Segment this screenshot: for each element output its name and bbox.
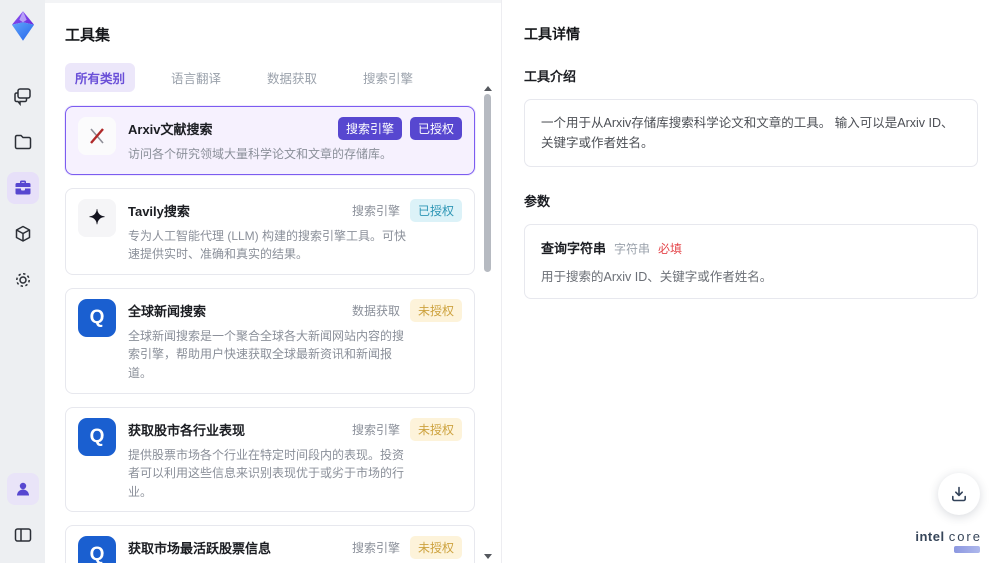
params-heading: 参数 bbox=[524, 194, 551, 209]
user-icon bbox=[16, 482, 29, 496]
tool-card-list: Arxiv文献搜索 搜索引擎 已授权 访问各个研究领域大量科学论文和文章的存储库… bbox=[65, 106, 475, 563]
scrollbar-thumb[interactable] bbox=[484, 94, 491, 272]
tool-name: Tavily搜索 bbox=[128, 203, 190, 219]
tool-description: 提供股票市场各个行业在特定时间段内的表现。投资者可以利用这些信息来识别表现优于或… bbox=[128, 447, 405, 499]
brand-core-text: core bbox=[948, 529, 982, 544]
list-scrollbar[interactable] bbox=[484, 86, 492, 559]
brand-gradient-bar bbox=[954, 546, 980, 553]
icon-rail bbox=[0, 0, 45, 563]
tavily-logo-icon: ✦ bbox=[78, 198, 116, 237]
category-badge: 数据获取 bbox=[351, 303, 400, 318]
sidebar-item-toolbox[interactable] bbox=[6, 172, 39, 204]
tool-description: 访问各个研究领域大量科学论文和文章的存储库。 bbox=[128, 147, 393, 161]
auth-badge: 已授权 bbox=[409, 117, 462, 140]
tool-name: 获取股市各行业表现 bbox=[128, 422, 246, 438]
tab-language-translation[interactable]: 语言翻译 bbox=[161, 63, 231, 92]
tool-card-sector-performance[interactable]: Q 获取股市各行业表现 搜索引擎 未授权 提供股票市场各个行业在特定时间段内的表… bbox=[65, 406, 475, 513]
tool-card-global-news[interactable]: Q 全球新闻搜索 数据获取 未授权 全球新闻搜索是一个聚合全球各大新闻网站内容的… bbox=[65, 287, 475, 394]
category-badge: 搜索引擎 bbox=[351, 541, 400, 556]
tool-name: 获取市场最活跃股票信息 bbox=[128, 541, 272, 557]
sidebar-item-settings[interactable] bbox=[7, 264, 39, 296]
tool-name: 全球新闻搜索 bbox=[128, 303, 207, 319]
tool-description: 专为人工智能代理 (LLM) 构建的搜索引擎工具。可快速提供实时、准确和真实的结… bbox=[128, 228, 407, 262]
arxiv-logo-icon bbox=[78, 117, 116, 155]
scroll-up-icon[interactable] bbox=[484, 86, 492, 91]
tool-card-tavily[interactable]: ✦ Tavily搜索 搜索引擎 已授权 专为人工智能代理 (LLM) 构建的搜索… bbox=[65, 187, 475, 275]
tool-detail-panel: 工具详情 工具介绍 一个用于从Arxiv存储库搜索科学论文和文章的工具。 输入可… bbox=[502, 0, 1000, 563]
sidebar-item-files[interactable] bbox=[7, 126, 39, 158]
settings-icon bbox=[15, 273, 30, 287]
scroll-down-icon[interactable] bbox=[484, 554, 492, 559]
download-button[interactable] bbox=[938, 473, 980, 515]
param-type: 字符串 bbox=[614, 242, 651, 256]
user-account-button[interactable] bbox=[6, 473, 39, 505]
tool-card-active-stocks[interactable]: Q 获取市场最活跃股票信息 搜索引擎 未授权 提供当天交易量最高的股票列表，投资… bbox=[65, 525, 475, 563]
category-badge: 搜索引擎 bbox=[337, 117, 402, 140]
package-icon bbox=[15, 225, 30, 242]
sidebar-item-chat[interactable] bbox=[7, 80, 39, 112]
app-logo-icon bbox=[11, 11, 34, 41]
chat-icon bbox=[13, 88, 31, 106]
category-tabs: 所有类别 语言翻译 数据获取 搜索引擎 bbox=[65, 63, 475, 92]
auth-badge: 已授权 bbox=[409, 198, 462, 222]
auth-badge: 未授权 bbox=[409, 536, 462, 560]
intro-text: 一个用于从Arxiv存储库搜索科学论文和文章的工具。 输入可以是Arxiv ID… bbox=[541, 116, 954, 150]
download-icon bbox=[952, 486, 966, 502]
intro-card: 一个用于从Arxiv存储库搜索科学论文和文章的工具。 输入可以是Arxiv ID… bbox=[524, 99, 978, 167]
page-title: 工具集 bbox=[65, 27, 111, 44]
tool-name: Arxiv文献搜索 bbox=[128, 122, 213, 137]
tool-card-arxiv[interactable]: Arxiv文献搜索 搜索引擎 已授权 访问各个研究领域大量科学论文和文章的存储库… bbox=[65, 106, 475, 175]
intel-core-logo: intel core bbox=[915, 529, 982, 553]
brand-intel-text: intel bbox=[915, 529, 945, 544]
intro-heading: 工具介绍 bbox=[524, 69, 577, 84]
tab-all-categories[interactable]: 所有类别 bbox=[65, 63, 136, 92]
app-window: 工具集 所有类别 语言翻译 数据获取 搜索引擎 Arxiv文献搜索 搜索引擎 已… bbox=[0, 0, 1000, 563]
panel-toggle-button[interactable] bbox=[7, 519, 39, 551]
top-divider bbox=[45, 0, 501, 3]
folder-icon bbox=[14, 134, 31, 150]
global-news-icon: Q bbox=[78, 298, 116, 337]
category-badge: 搜索引擎 bbox=[351, 422, 400, 437]
tool-list-panel: 工具集 所有类别 语言翻译 数据获取 搜索引擎 Arxiv文献搜索 搜索引擎 已… bbox=[45, 0, 502, 563]
auth-badge: 未授权 bbox=[409, 298, 462, 322]
toolbox-icon bbox=[15, 180, 30, 195]
param-card: 查询字符串 字符串 必填 用于搜索的Arxiv ID、关键字或作者姓名。 bbox=[524, 224, 978, 299]
detail-title: 工具详情 bbox=[524, 26, 580, 42]
category-badge: 搜索引擎 bbox=[351, 203, 400, 218]
param-description: 用于搜索的Arxiv ID、关键字或作者姓名。 bbox=[541, 270, 773, 284]
auth-badge: 未授权 bbox=[409, 417, 462, 441]
sidebar-item-packages[interactable] bbox=[7, 218, 39, 250]
active-stocks-icon: Q bbox=[78, 536, 116, 563]
tool-description: 全球新闻搜索是一个聚合全球各大新闻网站内容的搜索引擎，帮助用户快速获取全球最新资… bbox=[128, 328, 405, 380]
tab-search-engine[interactable]: 搜索引擎 bbox=[353, 63, 423, 92]
param-required-badge: 必填 bbox=[658, 242, 683, 256]
panel-toggle-icon bbox=[14, 528, 31, 542]
stock-sector-icon: Q bbox=[78, 417, 116, 456]
param-name: 查询字符串 bbox=[541, 241, 607, 256]
tab-data-fetch[interactable]: 数据获取 bbox=[257, 63, 327, 92]
